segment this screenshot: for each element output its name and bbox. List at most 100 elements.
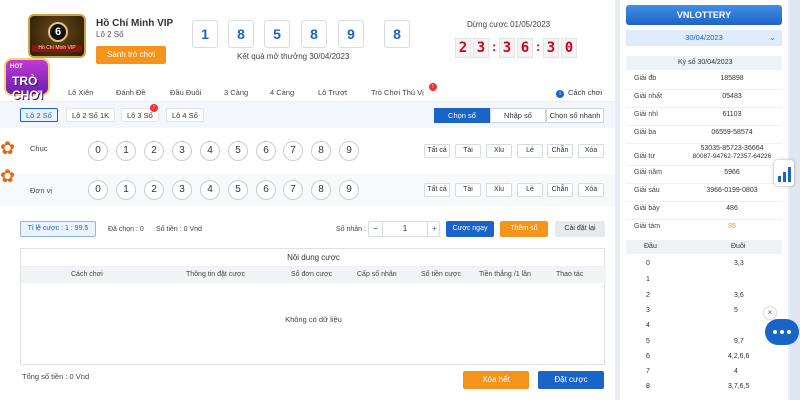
duoi-cell: 9,7 xyxy=(734,338,744,345)
number-ball[interactable]: 0 xyxy=(88,180,108,200)
prize-label: Giải đb xyxy=(634,75,657,82)
date-select[interactable]: 30/04/2023 ⌄ xyxy=(626,30,782,46)
multiplier-input[interactable]: 1 xyxy=(383,222,427,236)
menu-item-dau-duoi[interactable]: Đầu Đuôi xyxy=(170,88,201,97)
add-number-button[interactable]: Thêm số xyxy=(500,221,548,237)
info-icon: i xyxy=(556,90,564,98)
quick-le-button[interactable]: Lẻ xyxy=(517,144,543,158)
menu-item-4-cang[interactable]: 4 Càng xyxy=(270,88,294,97)
bet-content-table: Nội dung cược Cách chơi Thông tin đặt cư… xyxy=(20,248,606,365)
chart-icon[interactable] xyxy=(774,160,794,186)
quick-tai-button[interactable]: Tài xyxy=(455,183,481,197)
prize-value: 85 xyxy=(728,223,736,230)
menu-item-danh-de[interactable]: Đánh Đề xyxy=(116,88,146,97)
bet-now-button[interactable]: Cược ngay xyxy=(446,221,494,237)
prize-value: 5966 xyxy=(724,169,740,176)
reset-button[interactable]: Cài đặt lại xyxy=(555,221,605,237)
number-ball[interactable]: 1 xyxy=(116,141,136,161)
prize-value: 53035-85723-36664 xyxy=(700,145,764,152)
table-header: Cách chơi Thông tin đặt cược Số đơn cược… xyxy=(21,267,606,283)
quick-chan-button[interactable]: Chẵn xyxy=(547,183,573,197)
plus-button[interactable]: + xyxy=(427,222,441,236)
number-ball[interactable]: 7 xyxy=(283,141,303,161)
game-type-menu: Lô Xiên Đánh Đề Đầu Đuôi 3 Càng 4 Càng L… xyxy=(0,83,615,102)
leaf-icon: ✿ xyxy=(0,138,16,158)
countdown-digit: 6 xyxy=(517,38,533,58)
ks-title-row: Kỳ số 30/04/2023 xyxy=(626,56,782,70)
quick-clear-button[interactable]: Xóa xyxy=(578,183,604,197)
quick-chan-button[interactable]: Chẵn xyxy=(547,144,573,158)
prize-label: Giải tám xyxy=(634,223,661,230)
number-ball[interactable]: 9 xyxy=(339,141,359,161)
quick-clear-button[interactable]: Xóa xyxy=(578,144,604,158)
close-icon[interactable]: × xyxy=(764,307,776,319)
result-digit: 8 xyxy=(384,20,410,48)
number-ball[interactable]: 6 xyxy=(256,180,276,200)
number-ball[interactable]: 4 xyxy=(200,141,220,161)
dau-cell: 1 xyxy=(646,276,650,283)
quick-tai-button[interactable]: Tài xyxy=(455,144,481,158)
mode-chon-so[interactable]: Chọn số xyxy=(434,108,490,123)
quick-xiu-button[interactable]: Xỉu xyxy=(486,183,512,197)
prize-value: 61103 xyxy=(722,111,742,118)
prize-label: Giải sáu xyxy=(634,187,660,194)
menu-item-lo-xien[interactable]: Lô Xiên xyxy=(68,88,93,97)
number-ball[interactable]: 7 xyxy=(283,180,303,200)
result-digit: 5 xyxy=(264,20,290,48)
duoi-cell: 5 xyxy=(734,307,738,314)
selected-count: Đã chọn : 0 xyxy=(108,226,144,233)
clear-all-button[interactable]: Xóa hết xyxy=(463,371,529,389)
quick-le-button[interactable]: Lẻ xyxy=(517,183,543,197)
column-header: Cấp số nhân xyxy=(357,271,397,278)
number-ball[interactable]: 5 xyxy=(228,141,248,161)
menu-item-3-cang[interactable]: 3 Càng xyxy=(224,88,248,97)
help-link[interactable]: i Cách chơi xyxy=(556,88,602,98)
countdown-digit: 3 xyxy=(499,38,515,58)
number-ball[interactable]: 2 xyxy=(144,141,164,161)
prize-label: Giải bảy xyxy=(634,205,660,212)
place-bet-button[interactable]: Đặt cược xyxy=(538,371,604,389)
dau-cell: 2 xyxy=(646,292,650,299)
number-ball[interactable]: 4 xyxy=(200,180,220,200)
prize-label: Giải nhất xyxy=(634,93,663,100)
dau-cell: 3 xyxy=(646,307,650,314)
quick-xiu-button[interactable]: Xỉu xyxy=(486,144,512,158)
stop-label: Dừng cược 01/05/2023 xyxy=(467,20,551,29)
game-lobby-button[interactable]: Sảnh trò chơi xyxy=(96,46,166,64)
tab-lo-4-so[interactable]: Lô 4 Số xyxy=(166,108,204,122)
mode-nhap-so[interactable]: Nhập số xyxy=(490,108,546,123)
hot-dot-icon: ! xyxy=(150,104,158,112)
number-ball[interactable]: 3 xyxy=(172,141,192,161)
number-ball[interactable]: 3 xyxy=(172,180,192,200)
column-header: Số tiền cược xyxy=(421,271,462,278)
results-sidebar: VNLOTTERY 30/04/2023 ⌄ Kỳ số 30/04/2023 … xyxy=(620,0,788,400)
chevron-down-icon: ⌄ xyxy=(769,33,776,42)
number-ball[interactable]: 6 xyxy=(256,141,276,161)
number-ball[interactable]: 8 xyxy=(311,141,331,161)
logo-caption: Hồ Chí Minh VIP xyxy=(32,45,82,52)
tab-lo-2-so[interactable]: Lô 2 Số xyxy=(20,108,58,122)
mode-chon-so-nhanh[interactable]: Chọn số nhanh xyxy=(546,108,604,123)
number-ball[interactable]: 9 xyxy=(339,180,359,200)
dau-cell: 0 xyxy=(646,260,650,267)
chat-icon[interactable] xyxy=(765,319,799,345)
countdown-digit: 3 xyxy=(543,38,559,58)
result-label: Kết quả mở thưởng 30/04/2023 xyxy=(237,52,350,61)
quick-all-button[interactable]: Tất cả xyxy=(424,183,450,197)
menu-item-tro-choi-thu-vi[interactable]: Trò Chơi Thú Vị xyxy=(371,88,424,97)
prize-label: Giải nhì xyxy=(634,111,659,118)
number-ball[interactable]: 5 xyxy=(228,180,248,200)
multiplier-label: Số nhân : xyxy=(336,226,366,233)
countdown-digit: 3 xyxy=(473,38,489,58)
number-ball[interactable]: 8 xyxy=(311,180,331,200)
number-ball[interactable]: 0 xyxy=(88,141,108,161)
minus-button[interactable]: − xyxy=(369,222,383,236)
number-ball[interactable]: 2 xyxy=(144,180,164,200)
tab-lo-2-so-1k[interactable]: Lô 2 Số 1K xyxy=(66,108,116,122)
menu-item-lo-truot[interactable]: Lô Trượt xyxy=(318,88,347,97)
row-label-chuc: Chục xyxy=(30,144,48,153)
game-subtitle: Lô 2 Số xyxy=(96,30,124,39)
quick-all-button[interactable]: Tất cả xyxy=(424,144,450,158)
leaf-icon: ✿ xyxy=(0,166,16,186)
number-ball[interactable]: 1 xyxy=(116,180,136,200)
